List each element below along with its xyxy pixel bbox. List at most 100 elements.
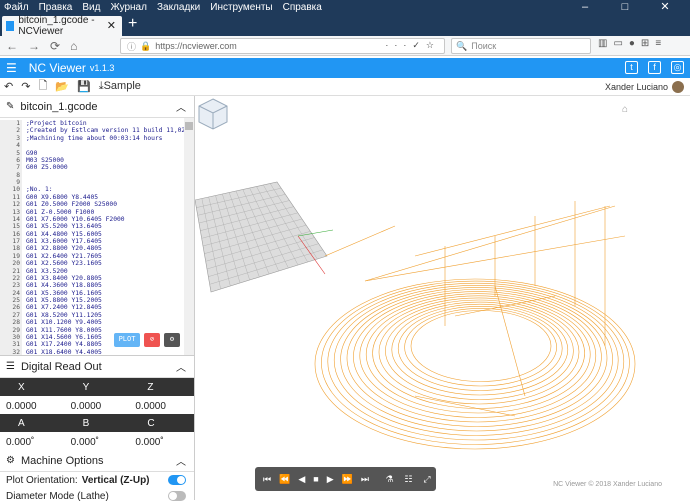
line-number: 27	[12, 311, 20, 319]
url-bar[interactable]: ⓘ 🔒 https://ncviewer.com ···✓☆	[120, 38, 445, 54]
machine-title: Machine Options	[20, 454, 104, 467]
file-panel-header[interactable]: ✎ bitcoin_1.gcode ︿	[0, 96, 194, 118]
home-icon[interactable]: ⌂	[70, 39, 77, 53]
line-number: 7	[16, 164, 20, 172]
menu-bookmarks[interactable]: Закладки	[157, 2, 200, 13]
code-line: G01 X3.5200	[26, 267, 68, 275]
scroll-thumb[interactable]	[185, 122, 193, 130]
twitter-icon[interactable]: t	[625, 61, 638, 74]
app-name: NC Viewer	[28, 61, 86, 75]
first-frame-icon[interactable]: ⏮	[263, 474, 271, 485]
menu-help[interactable]: Справка	[283, 2, 322, 13]
minimize-icon[interactable]: –	[570, 0, 600, 14]
viewport-3d[interactable]: ⌂ NC Viewer © 2018 Xander Luciano	[195, 96, 690, 500]
sample-label: Sample	[103, 80, 141, 92]
dro-header[interactable]: ☰ Digital Read Out ︿	[0, 356, 194, 378]
redo-icon[interactable]: ↷	[21, 80, 30, 93]
line-number: 8	[16, 171, 20, 179]
line-number: 12	[12, 201, 20, 209]
info-icon[interactable]: ⓘ	[127, 40, 136, 53]
app-bar: ☰ NC Viewer v1.1.3 t f ◎	[0, 58, 690, 78]
prev-icon[interactable]: ◀	[298, 474, 305, 485]
stop-icon[interactable]: ■	[313, 474, 318, 484]
line-gutter: 1 2 3 4 5 6 7 8 9 10 11 12 13 14 15 16 17 18 19 20 21 22 23 24 2…	[0, 120, 22, 355]
back-icon[interactable]: ←	[6, 39, 18, 53]
menu-edit[interactable]: Правка	[39, 2, 73, 13]
editor-scrollbar[interactable]	[184, 118, 194, 355]
maximize-icon[interactable]: □	[610, 0, 640, 14]
toolpath-ring	[378, 299, 580, 405]
list-icon: ☰	[6, 361, 15, 372]
chevron-up-icon[interactable]: ︿	[176, 359, 186, 374]
search-input[interactable]: 🔍 Поиск	[451, 38, 591, 54]
reload-icon[interactable]: ⟳	[50, 39, 60, 53]
code-line: M03 S25000	[26, 156, 64, 164]
menu-file[interactable]: Файл	[4, 2, 29, 13]
dro-header-y: Y	[64, 378, 130, 396]
play-icon[interactable]: ▶	[327, 474, 334, 485]
fullscreen-icon[interactable]: ⤢	[423, 474, 430, 485]
menu-icon[interactable]: ☰	[6, 61, 17, 75]
line-number: 20	[12, 260, 20, 268]
chevron-up-icon[interactable]: ︿	[176, 99, 186, 114]
close-icon[interactable]: ✕	[650, 0, 680, 14]
menu-view[interactable]: Вид	[82, 2, 100, 13]
toolpath-ring	[365, 295, 591, 414]
plot-orientation-toggle[interactable]	[168, 475, 186, 485]
line-number: 18	[12, 245, 20, 253]
dro-value-x: 0.0000	[6, 401, 37, 412]
save-icon[interactable]: 💾	[77, 80, 91, 93]
line-number: 19	[12, 252, 20, 260]
undo-icon[interactable]: ↶	[4, 80, 13, 93]
facebook-icon[interactable]: f	[648, 61, 661, 74]
left-panel: ✎ bitcoin_1.gcode ︿ 1 2 3 4 5 6 7 8 9 10 11 12 13 14 1…	[0, 96, 195, 502]
view-cube-icon[interactable]	[195, 96, 231, 132]
code-line: G01 Z-0.5000 F1000	[26, 208, 95, 216]
dro-title: Digital Read Out	[20, 360, 102, 373]
toolpath-ring	[359, 293, 597, 418]
tab-active[interactable]: bitcoin_1.gcode - NCViewer ✕	[2, 15, 122, 37]
forward-icon[interactable]: →	[28, 39, 40, 53]
line-number: 3	[16, 134, 20, 142]
code-line: G01 X4.4800 Y15.6005	[26, 230, 102, 238]
code-line: G01 X18.6400 Y4.4005	[26, 348, 102, 356]
page-actions[interactable]: ···✓☆	[385, 40, 440, 51]
menu-history[interactable]: Журнал	[110, 2, 147, 13]
code-line: G01 X3.8400 Y20.8805	[26, 274, 102, 282]
line-number: 30	[12, 333, 20, 341]
line-number: 22	[12, 274, 20, 282]
toolpath-canvas[interactable]	[195, 96, 690, 500]
next-icon[interactable]: ⏩	[342, 474, 353, 485]
line-number: 5	[16, 149, 20, 157]
sample-button[interactable]: ⤓Sample	[99, 80, 141, 93]
dro-header-c: C	[129, 414, 194, 432]
stop-icon[interactable]: ⊘	[144, 333, 160, 347]
line-number: 26	[12, 304, 20, 312]
footer-text: NC Viewer © 2018 Xander Luciano	[553, 481, 662, 488]
new-tab-icon[interactable]: +	[128, 15, 137, 33]
line-number: 4	[16, 142, 20, 150]
plot-button[interactable]: PLOT	[114, 333, 140, 347]
flask-icon[interactable]: ⚗	[385, 474, 393, 485]
plot-orientation-option: Plot Orientation: Vertical (Z-Up)	[0, 472, 194, 488]
open-folder-icon[interactable]: 📂	[55, 80, 69, 93]
sliders-icon[interactable]: ☷	[404, 474, 412, 485]
instagram-icon[interactable]: ◎	[671, 61, 684, 74]
plot-orientation-value: Vertical (Z-Up)	[81, 474, 150, 486]
user-info[interactable]: Xander Luciano	[605, 81, 684, 93]
step-back-icon[interactable]: ⏪	[279, 474, 290, 485]
code-editor[interactable]: 1 2 3 4 5 6 7 8 9 10 11 12 13 14 15 16 17 18 19 20 21 22 23 24 2…	[0, 118, 194, 356]
code-text[interactable]: ;Project bitcoin ;Created by Estlcam vers…	[26, 120, 189, 356]
browser-icons[interactable]: ▥▭●⊞≡	[598, 38, 667, 49]
gear-icon[interactable]: ⚙	[164, 333, 180, 347]
home-view-icon[interactable]: ⌂	[622, 104, 628, 115]
line-number: 23	[12, 282, 20, 290]
tab-close-icon[interactable]: ✕	[107, 19, 116, 32]
last-frame-icon[interactable]: ⏭	[361, 474, 369, 485]
menu-tools[interactable]: Инструменты	[210, 2, 272, 13]
code-line: G01 X5.5200 Y13.6405	[26, 223, 102, 231]
machine-header[interactable]: ⚙ Machine Options ︿	[0, 450, 194, 472]
new-file-icon[interactable]: 🗋	[38, 77, 47, 96]
chevron-up-icon[interactable]: ︿	[176, 453, 186, 468]
